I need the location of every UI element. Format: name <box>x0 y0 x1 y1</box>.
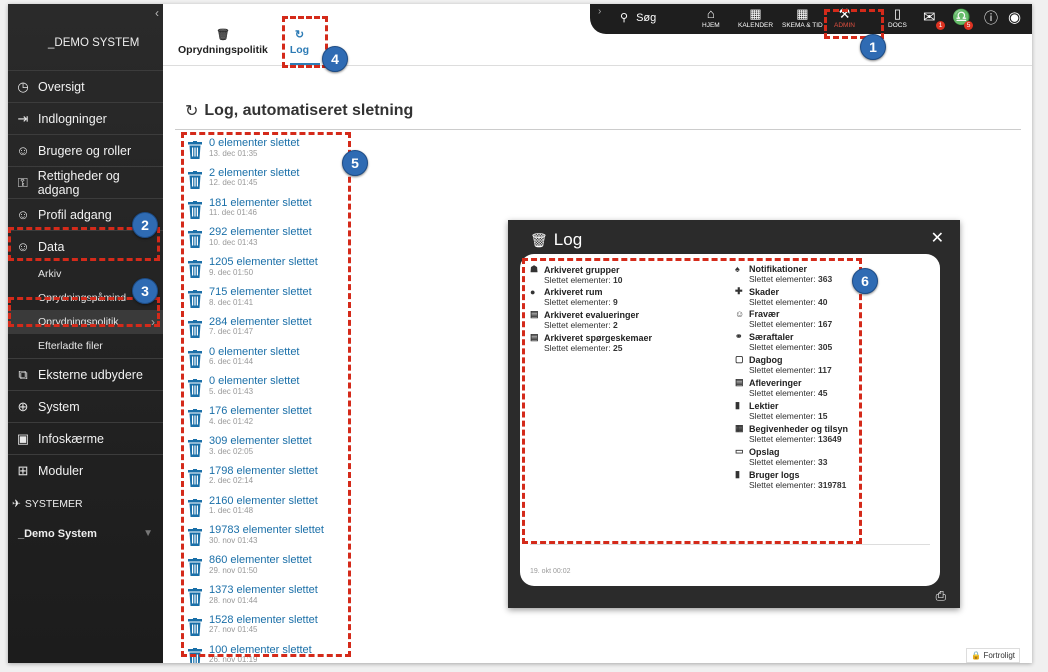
bell-badge: 5 <box>964 21 973 30</box>
chevron-right-icon[interactable]: › <box>598 6 601 17</box>
globe-icon: ⊕ <box>17 398 29 414</box>
annotation-marker-3: 3 <box>132 278 158 304</box>
annotation-marker-4: 4 <box>322 46 348 72</box>
help-icon[interactable]: ⓘ <box>984 8 998 28</box>
triangle-down-icon: ▼ <box>143 528 153 539</box>
system-selector[interactable]: _Demo System ▼ <box>18 528 153 540</box>
modules-icon: ⊞ <box>17 462 29 478</box>
sidebar-item-infoskærme[interactable]: ▣ Infoskærme <box>8 422 163 454</box>
page-title: ↻ Log, automatiseret sletning <box>185 102 414 120</box>
annotation-marker-5: 5 <box>342 150 368 176</box>
log-entry-date: 26. nov 01:19 <box>209 655 258 663</box>
avatar-icon[interactable]: ◉ <box>1008 8 1021 26</box>
login-icon: ⇥ <box>17 110 29 126</box>
sidebar-item-oversigt[interactable]: ◷ Oversigt <box>8 70 163 102</box>
docs-button[interactable]: ▯ DOCS <box>888 6 907 29</box>
trash-icon: 🗑 <box>215 29 230 41</box>
close-icon[interactable]: ✕ <box>931 228 944 248</box>
annotation-box-log-list <box>181 132 351 657</box>
sidebar-item-indlogninger[interactable]: ⇥ Indlogninger <box>8 102 163 134</box>
lock-icon: 🔒 <box>971 651 982 660</box>
search-button[interactable]: ⚲ Søg <box>620 11 656 25</box>
schedule-button[interactable]: ▦ SKEMA & TID <box>782 6 823 29</box>
collapse-icon[interactable]: ‹ <box>155 6 159 20</box>
top-bar: › ⚲ Søg ⌂ HJEM ▦ KALENDER ▦ SKEMA & TID … <box>590 4 1032 34</box>
schedule-icon: ▦ <box>796 6 809 21</box>
sidebar-item-brugere-og-roller[interactable]: ☺ Brugere og roller <box>8 134 163 166</box>
app-frame: ‹ _DEMO SYSTEM ◷ Oversigt ⇥ Indlogninger ☺ Br… <box>8 4 1032 663</box>
speedometer-icon: ◷ <box>17 78 29 94</box>
annotation-marker-2: 2 <box>132 212 158 238</box>
system-title: _DEMO SYSTEM <box>48 37 140 49</box>
annotation-box-modal-details <box>522 258 862 544</box>
annotation-marker-1: 1 <box>860 34 886 60</box>
rocket-icon: ✈ <box>12 498 21 510</box>
modal-date: 19. okt 00:02 <box>530 568 571 575</box>
mail-badge: 1 <box>936 21 945 30</box>
sidebar-item-rettigheder-og-adgang[interactable]: ⚿ Rettigheder og adgang <box>8 166 163 198</box>
modal-title: 🗑 Log <box>530 230 583 249</box>
confidential-badge: 🔒 Fortroligt <box>966 648 1020 663</box>
sidebar-item-eksterne-udbydere[interactable]: ⧉ Eksterne udbydere <box>8 358 163 390</box>
screen-icon: ▣ <box>16 430 30 446</box>
docs-icon: ▯ <box>893 6 901 21</box>
sidebar-subitem-efterladte-filer[interactable]: Efterladte filer <box>8 334 163 358</box>
trash-icon: 🗑 <box>530 231 548 248</box>
title-divider <box>175 129 1021 130</box>
key-icon: ⚿ <box>17 174 28 190</box>
calendar-icon: ▦ <box>749 6 762 21</box>
calendar-button[interactable]: ▦ KALENDER <box>738 6 773 29</box>
home-icon: ⌂ <box>706 6 715 21</box>
print-icon[interactable]: ⎙ <box>936 588 946 604</box>
users-icon: ☺ <box>16 143 30 158</box>
tab-oprydningspolitik[interactable]: 🗑 Oprydningspolitik <box>178 28 268 56</box>
sidebar-item-system[interactable]: ⊕ System <box>8 390 163 422</box>
sidebar: ‹ _DEMO SYSTEM ◷ Oversigt ⇥ Indlogninger ☺ Br… <box>8 4 163 663</box>
mail-icon[interactable]: ✉ <box>923 8 936 26</box>
home-button[interactable]: ⌂ HJEM <box>702 6 720 29</box>
refresh-icon: ↻ <box>185 103 199 120</box>
systemer-heading: ✈ SYSTEMER <box>12 498 83 510</box>
sidebar-item-moduler[interactable]: ⊞ Moduler <box>8 454 163 486</box>
modal-divider <box>530 544 930 545</box>
external-icon: ⧉ <box>18 366 28 382</box>
search-icon: ⚲ <box>620 12 629 24</box>
profile-icon: ☺ <box>16 207 30 222</box>
annotation-marker-6: 6 <box>852 268 878 294</box>
